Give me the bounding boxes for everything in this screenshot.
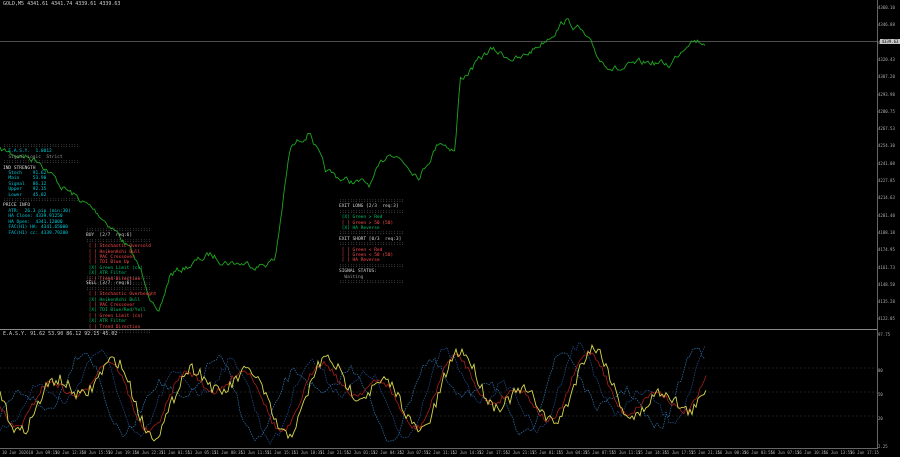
price-tick-label: 4188.18 — [878, 229, 895, 235]
price-tick-label: 4227.85 — [878, 178, 895, 183]
time-tick-label: 10 Jun 15:55 — [81, 450, 111, 455]
osc-tick-label: 80 — [878, 368, 883, 373]
price-tick-label: 4241.08 — [878, 160, 895, 166]
time-tick-label: 11 Jun 21:55 — [320, 450, 349, 455]
time-tick-label: 16 Jun 13:55 — [823, 450, 853, 455]
time-tick-label: 11 Jun 05:15 — [187, 450, 217, 455]
time-tick-label: 12 Jun 14:35 — [452, 450, 482, 455]
time-tick-label: 12 Jun 11:15 — [426, 450, 455, 455]
time-tick-label: 15 Jun 07:55 — [585, 450, 614, 455]
price-tick-label: 4267.53 — [878, 126, 895, 132]
osc-main-line — [0, 343, 707, 442]
sell-conditions-panel: :::::::::::::::::::::::: SELL [3/7 req:6]… — [86, 276, 156, 335]
panel-line: :::::::::::::::::::::::: — [339, 280, 405, 286]
price-tick-label: 4148.50 — [878, 281, 895, 287]
osc-tick-label: 20 — [878, 416, 883, 421]
mt-chart-window: GOLD,M5 4341.61 4341.74 4339.61 4339.63 … — [0, 0, 900, 457]
time-tick-label: 10 Jun 09:15 — [28, 450, 58, 455]
time-tick-label: 10 Jun 2026 — [2, 450, 29, 455]
time-tick-label: 11 Jun 08:35 — [214, 450, 243, 455]
panel-line: [ ] Stochastic Oversold — [86, 244, 152, 250]
time-tick-label: 10 Jun 19:15 — [108, 450, 137, 455]
panel-line: :::::::::::::::::::::::: — [86, 330, 152, 336]
time-tick-label: 15 Jun 04:35 — [558, 450, 588, 455]
time-tick-label: 15 Jun 11:15 — [611, 450, 641, 455]
time-tick-label: 16 Jun 07:15 — [770, 450, 800, 455]
price-tick-label: 4360.10 — [878, 5, 895, 10]
time-tick-label: 15 Jun 21:15 — [691, 450, 720, 455]
price-tick-label: 4280.75 — [878, 108, 895, 114]
panel-line: FAC(H1) cc: 4339.79280 — [3, 230, 69, 236]
panel-line: [ ] Stochastic Overbought — [86, 292, 157, 298]
time-tick-label: 12 Jun 07:55 — [399, 450, 429, 455]
panel-line: :::::::::::::::::::::::::::: — [3, 160, 79, 166]
time-tick-label: 16 Jun 00:35 — [717, 450, 747, 455]
time-tick-label: 10 Jun 12:35 — [55, 450, 84, 455]
time-tick-label: 16 Jun 03:55 — [744, 450, 773, 455]
time-tick-label: 11 Jun 11:55 — [240, 450, 270, 455]
indicator-info-panel: :::::::::::::::::::::::::::: E.A.S.Y. 1.… — [3, 144, 79, 236]
osc-signal-line — [0, 349, 707, 434]
time-tick-label: 15 Jun 14:35 — [638, 450, 667, 455]
time-tick-label: 11 Jun 18:35 — [293, 450, 323, 455]
panel-line: FAC(H1) HA: 4341.65000 — [3, 225, 69, 231]
panel-line: :::::::::::::::::::::::: — [339, 242, 405, 248]
osc-lower-band — [0, 347, 706, 442]
exit-conditions-panel: :::::::::::::::::::::::: EXIT LONG [2/3 r… — [339, 199, 404, 286]
osc-tick-label: 97.75 — [878, 332, 891, 337]
time-tick-label: 12 Jun 01:15 — [346, 450, 376, 455]
price-tick-label: 4201.40 — [878, 212, 895, 218]
price-tick-label: 4122.05 — [878, 316, 895, 322]
osc-tick-label: 2.25 — [878, 444, 888, 449]
time-tick-label: 15 Jun 01:15 — [532, 450, 561, 455]
time-tick-label: 16 Jun 10:35 — [797, 450, 826, 455]
price-tick-label: 4254.30 — [878, 143, 895, 149]
time-tick-label: 12 Jun 17:55 — [479, 450, 508, 455]
time-tick-label: 11 Jun 15:15 — [267, 450, 296, 455]
price-tick-label: 4161.73 — [878, 264, 895, 270]
price-tick-label: 4174.95 — [878, 247, 895, 253]
time-tick-label: 11 Jun 01:55 — [161, 450, 190, 455]
price-tick-label: 4320.43 — [878, 56, 895, 62]
price-tick-label: 4214.63 — [878, 195, 895, 201]
price-tick-label: 4293.98 — [878, 91, 895, 97]
price-tick-label: 4346.88 — [878, 22, 895, 28]
time-tick-label: 12 Jun 21:15 — [505, 450, 535, 455]
osc-tick-label: 50 — [878, 392, 883, 397]
price-tick-label: 4135.28 — [878, 299, 895, 305]
osc-upper-band — [0, 341, 706, 445]
time-tick-label: 15 Jun 17:55 — [664, 450, 694, 455]
time-tick-label: 16 Jun 17:15 — [850, 450, 879, 455]
time-tick-label: 12 Jun 04:35 — [373, 450, 402, 455]
price-tick-label: 4307.20 — [878, 74, 895, 80]
time-tick-label: 10 Jun 22:35 — [134, 450, 164, 455]
current-price-tag: 4339.63 — [880, 39, 900, 44]
